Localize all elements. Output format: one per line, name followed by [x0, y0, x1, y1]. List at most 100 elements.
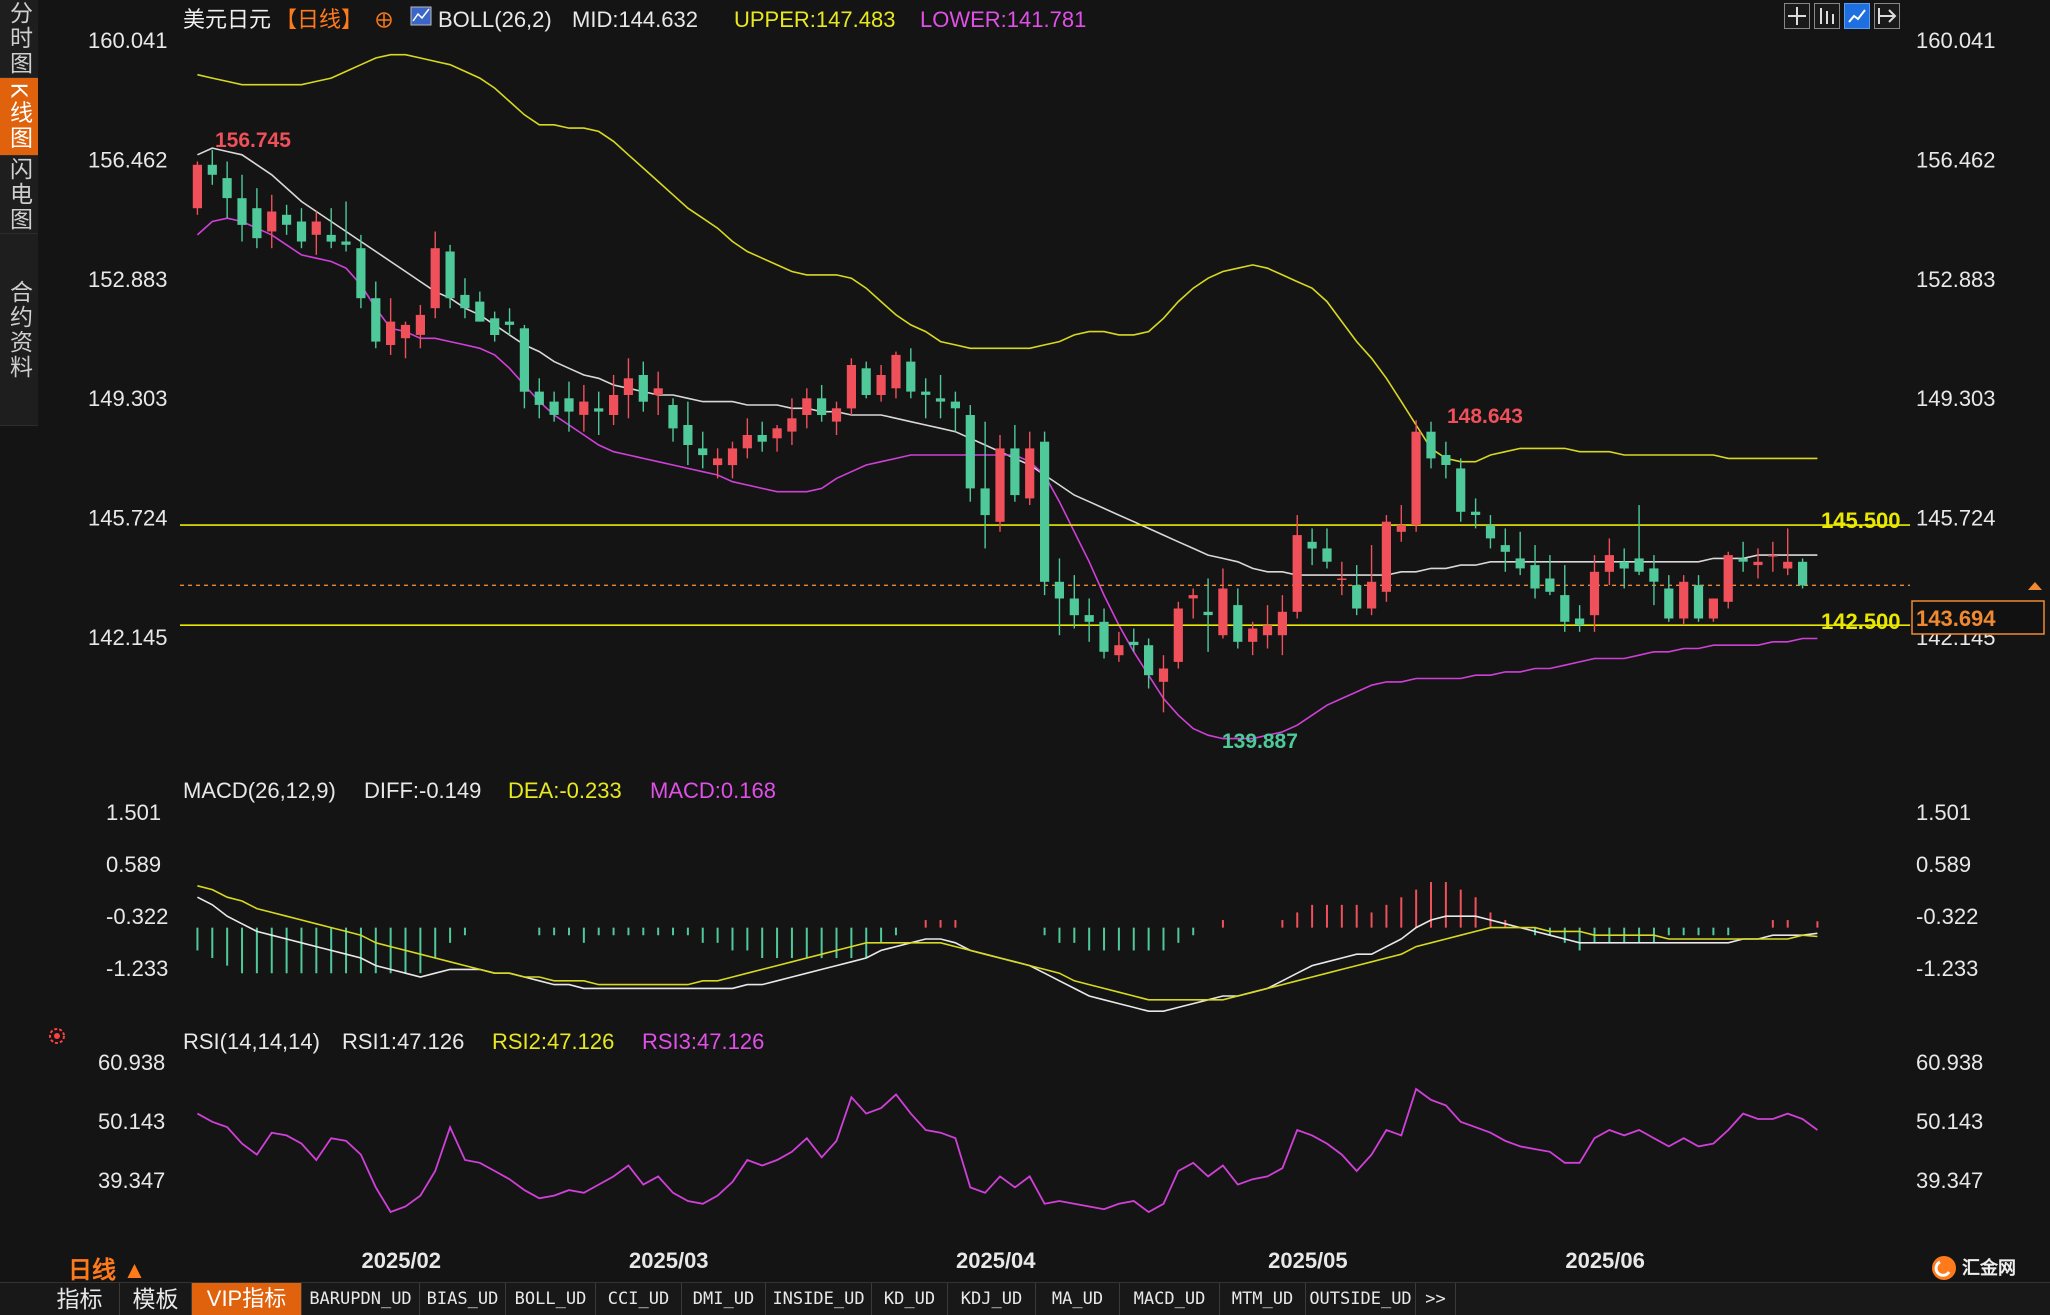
price-tick-label: 152.883 — [1916, 267, 1996, 292]
candle-body — [1515, 558, 1525, 569]
candle-body — [891, 354, 901, 389]
indicator-tab-boll-ud[interactable]: BOLL_UD — [506, 1283, 596, 1315]
indicator-tab-dmi-ud[interactable]: DMI_UD — [682, 1283, 766, 1315]
candle-body — [980, 488, 990, 516]
candle-body — [1783, 561, 1793, 569]
candle-body — [609, 395, 619, 415]
indicator-tab-ma-ud[interactable]: MA_UD — [1036, 1283, 1120, 1315]
candle-body — [1307, 541, 1317, 549]
rsi2: RSI2:47.126 — [492, 1029, 614, 1054]
low-annotation-1: 139.887 — [1222, 730, 1298, 753]
rsi-line — [196, 1087, 1818, 1214]
candle-body — [1054, 581, 1064, 599]
candle-body — [1144, 645, 1154, 676]
rsi-tick-label: 39.347 — [98, 1168, 165, 1193]
macd-dea-line — [197, 885, 1818, 1001]
price-tick-label: 149.303 — [88, 386, 168, 411]
macd-label: MACD(26,12,9) — [183, 778, 336, 803]
candle-body — [757, 435, 767, 442]
candle-body — [653, 388, 663, 395]
macd-diff-line — [197, 896, 1818, 1013]
candle-body — [252, 208, 262, 239]
candle-body — [1248, 628, 1258, 642]
candle-body — [1129, 641, 1139, 646]
logo-text: 汇金网 — [1962, 1257, 2016, 1278]
candle-body — [1634, 558, 1644, 572]
candle-body — [415, 314, 425, 335]
dayline-label[interactable]: 日线 ▲ — [68, 1250, 146, 1285]
candle-body — [1604, 555, 1614, 572]
indicator-tab-mtm-ud[interactable]: MTM_UD — [1220, 1283, 1306, 1315]
candle-body — [1158, 668, 1169, 682]
candle-body — [1560, 595, 1570, 622]
candle-body — [1025, 448, 1035, 499]
candle-body — [1575, 618, 1585, 626]
date-tick-label: 2025/04 — [956, 1248, 1036, 1273]
indicator-tab--[interactable]: 模板 — [120, 1283, 192, 1315]
candle-body — [1114, 645, 1124, 656]
indicator-tab-bias-ud[interactable]: BIAS_UD — [420, 1283, 506, 1315]
indicator-tab-macd-ud[interactable]: MACD_UD — [1120, 1283, 1220, 1315]
candle-body — [906, 361, 916, 392]
candle-body — [534, 391, 544, 405]
candle-body — [386, 321, 396, 345]
candle-body — [1441, 455, 1451, 465]
candle-body — [1500, 545, 1510, 552]
candle-body — [713, 458, 723, 466]
rsi3: RSI3:47.126 — [642, 1029, 764, 1054]
boll-lower: LOWER:141.781 — [920, 7, 1086, 32]
candle-body — [207, 164, 217, 175]
macd-lines — [197, 885, 1818, 1013]
rsi-tick-label: 60.938 — [1916, 1050, 1983, 1075]
candle-body — [519, 328, 529, 392]
candle-body — [1708, 598, 1718, 619]
indicator-tab-inside-ud[interactable]: INSIDE_UD — [766, 1283, 872, 1315]
price-tick-label: 160.041 — [88, 28, 168, 53]
candle-body — [341, 241, 351, 245]
candle-body — [1456, 468, 1466, 512]
indicator-tab-kdj-ud[interactable]: KDJ_UD — [948, 1283, 1036, 1315]
kline-app: 分时图 K线图 闪电图 合约资料 美元日元 【日线】 BOLL(26,2) MI… — [0, 0, 2050, 1315]
level-upper-label: 145.500 — [1821, 508, 1901, 533]
candle-body — [1411, 431, 1421, 526]
candle-body — [1233, 605, 1243, 642]
site-logo: 汇金网 — [1930, 1254, 2050, 1282]
boll-bands — [196, 53, 1818, 740]
macd-tick-label: 0.589 — [106, 852, 161, 877]
candle-body — [742, 435, 752, 449]
candle-body — [1530, 565, 1540, 589]
scroll-up-icon[interactable] — [2028, 582, 2042, 590]
indicator-tab-kd-ud[interactable]: KD_UD — [872, 1283, 948, 1315]
boll-upper-line — [197, 53, 1818, 463]
candle-body — [1649, 568, 1659, 582]
candle-body — [1396, 525, 1406, 532]
indicator-tab-outside-ud[interactable]: OUTSIDE_UD — [1306, 1283, 1416, 1315]
candle-body — [460, 294, 470, 309]
price-tick-label: 145.724 — [1916, 506, 1996, 531]
candle-body — [1485, 525, 1496, 539]
candle-body — [698, 448, 708, 456]
rsi-tick-label: 50.143 — [98, 1109, 165, 1134]
candle-body — [1723, 555, 1733, 602]
indicator-tab--[interactable]: >> — [1416, 1283, 1456, 1315]
candle-body — [1203, 611, 1213, 616]
kline-chart[interactable]: 美元日元 【日线】 BOLL(26,2) MID:144.632 UPPER:1… — [0, 0, 2050, 1282]
indicator-tab-vip-[interactable]: VIP指标 — [192, 1283, 302, 1315]
indicator-tab-barupdn-ud[interactable]: BARUPDN_UD — [302, 1283, 420, 1315]
candle-body — [1589, 571, 1600, 616]
rsi-tick-label: 39.347 — [1916, 1168, 1983, 1193]
current-price-tag: 143.694 — [1911, 600, 2045, 635]
candle-body — [1040, 441, 1050, 582]
candle-body — [1352, 585, 1362, 609]
candle-body — [683, 425, 693, 445]
macd-dea: DEA:-0.233 — [508, 778, 622, 803]
settings-icon[interactable] — [49, 1028, 65, 1044]
circle-plus-icon[interactable] — [376, 12, 392, 28]
candle-body — [192, 164, 202, 209]
candle-body — [638, 375, 648, 402]
indicator-tab-cci-ud[interactable]: CCI_UD — [596, 1283, 682, 1315]
indicator-tab--[interactable]: 指标 — [40, 1283, 120, 1315]
high-annotation-1: 156.745 — [215, 129, 291, 152]
candle-body — [921, 391, 931, 395]
date-tick-label: 2025/05 — [1268, 1248, 1348, 1273]
